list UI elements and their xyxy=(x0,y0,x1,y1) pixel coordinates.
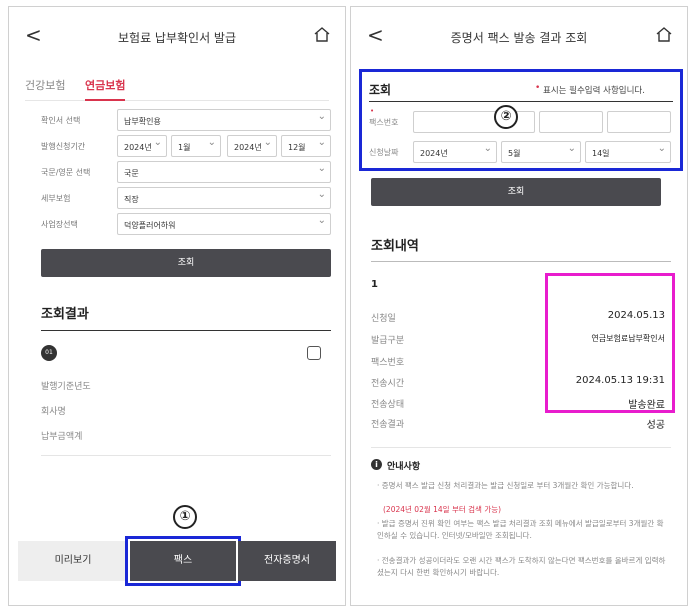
divider xyxy=(371,447,671,448)
notice-item-2: · 발급 증명서 진위 확인 여부는 팩스 발급 처리결과 조회 메뉴에서 발급… xyxy=(377,519,664,540)
purpose-select[interactable]: 납부확인용 xyxy=(117,109,331,131)
results-title: 조회결과 xyxy=(41,307,89,322)
required-note: 표시는 필수입력 사항입니다. xyxy=(543,86,645,96)
purpose-label: 확인서 선택 xyxy=(41,116,81,125)
search-button[interactable]: 조회 xyxy=(371,178,661,206)
home-icon[interactable] xyxy=(313,26,331,42)
year-select[interactable]: 2024년 xyxy=(413,141,497,163)
purpose-row: 확인서 선택 납부확인용 xyxy=(41,109,331,133)
fax-number-row-label: 팩스번호 xyxy=(371,358,405,368)
send-result-value: 성공 xyxy=(646,420,665,431)
send-result-label: 전송결과 xyxy=(371,420,405,430)
result-field-year: 발행기준년도 xyxy=(41,382,91,392)
workplace-row: 사업장선택 덕양플러어하워 xyxy=(41,213,331,237)
tab-pension-insurance[interactable]: 연금보험 xyxy=(85,77,126,101)
search-button[interactable]: 조회 xyxy=(41,249,331,277)
period-label: 발행신청기간 xyxy=(41,142,86,151)
send-time-value: 2024.05.13 19:31 xyxy=(575,375,665,386)
request-date-value: 2024.05.13 xyxy=(607,310,665,321)
header: < 증명서 팩스 발송 결과 조회 xyxy=(351,7,687,61)
workplace-label: 사업장선택 xyxy=(41,220,78,229)
notice-item-1: · 증명서 팩스 발급 신청 처리결과는 발급 신청일로 부터 3개월간 확인 … xyxy=(377,481,634,490)
header: < 보험료 납부확인서 발급 xyxy=(9,7,345,61)
fax-number-input-3[interactable] xyxy=(607,111,671,133)
fax-number-label: 팩스번호 xyxy=(369,118,399,127)
notice-text: 증명서 팩스 발급 신청 처리결과는 발급 신청일로 부터 3개월간 확인 가능… xyxy=(381,481,634,490)
tab-health-insurance[interactable]: 건강보험 xyxy=(25,77,65,99)
required-mark: • xyxy=(535,83,541,93)
day-select[interactable]: 14일 xyxy=(585,141,671,163)
callout-marker-2: ② xyxy=(494,105,518,129)
right-screen: < 증명서 팩스 발송 결과 조회 조회 • 표시는 필수입력 사항입니다. •… xyxy=(350,6,688,606)
page-title: 보험료 납부확인서 발급 xyxy=(117,31,237,45)
end-year-select[interactable]: 2024년 xyxy=(227,135,277,157)
result-checkbox[interactable] xyxy=(307,346,321,360)
month-select[interactable]: 5월 xyxy=(501,141,581,163)
notice-item-date: (2024년 02월 14일 부터 검색 가능) xyxy=(383,505,502,514)
send-status-label: 전송상태 xyxy=(371,400,405,410)
divider xyxy=(371,261,671,262)
insured-type-select[interactable]: 직장 xyxy=(117,187,331,209)
left-screen: < 보험료 납부확인서 발급 건강보험 연금보험 확인서 선택 납부확인용 발행… xyxy=(8,6,346,606)
issue-type-value: 연금보험료납부확인서 xyxy=(591,334,665,343)
page-title: 증명서 팩스 발송 결과 조회 xyxy=(450,31,588,45)
home-icon[interactable] xyxy=(655,26,673,42)
send-time-label: 전송시간 xyxy=(371,379,405,389)
send-status-value: 발송완료 xyxy=(628,400,665,411)
insured-type-row: 세부보험 직장 xyxy=(41,187,331,211)
history-title: 조회내역 xyxy=(371,239,419,254)
result-field-amount: 납부금액계 xyxy=(41,432,83,442)
request-date-row-label: 신청일 xyxy=(371,314,396,324)
issue-type-label: 발급구분 xyxy=(371,336,405,346)
notice-text: 전송결과가 성공이더라도 오랜 시간 팩스가 도착하지 않는다면 팩스번호를 올… xyxy=(377,556,666,577)
e-certificate-button[interactable]: 전자증명서 xyxy=(238,541,336,581)
end-month-select[interactable]: 12월 xyxy=(281,135,331,157)
search-form-title: 조회 xyxy=(369,83,392,97)
divider xyxy=(41,330,331,331)
divider xyxy=(41,455,331,456)
period-row: 발행신청기간 2024년 1월 2024년 12월 xyxy=(41,135,331,159)
request-date-label: 신청날짜 xyxy=(369,148,399,157)
notice-text: 발급 증명서 진위 확인 여부는 팩스 발급 처리결과 조회 메뉴에서 발급일로… xyxy=(377,519,664,540)
callout-marker-1: ① xyxy=(173,505,197,529)
result-index-badge: 01 xyxy=(41,345,57,361)
insurance-tabs: 건강보험 연금보험 xyxy=(25,77,329,101)
language-row: 국문/영문 선택 국문 xyxy=(41,161,331,185)
required-mark: • xyxy=(370,107,375,115)
insured-type-label: 세부보험 xyxy=(41,194,71,203)
result-field-company: 회사명 xyxy=(41,407,66,417)
bottom-action-bar: 미리보기 팩스 전자증명서 xyxy=(18,536,336,591)
history-index: 1 xyxy=(371,279,378,290)
notice-title: 안내사항 xyxy=(387,462,421,472)
info-icon: i xyxy=(371,459,382,470)
divider xyxy=(369,101,673,102)
start-year-select[interactable]: 2024년 xyxy=(117,135,167,157)
start-month-select[interactable]: 1월 xyxy=(171,135,221,157)
workplace-select[interactable]: 덕양플러어하워 xyxy=(117,213,331,235)
notice-item-3: · 전송결과가 성공이더라도 오랜 시간 팩스가 도착하지 않는다면 팩스번호를… xyxy=(377,556,666,577)
fax-button[interactable]: 팩스 xyxy=(125,536,241,586)
language-select[interactable]: 국문 xyxy=(117,161,331,183)
preview-button[interactable]: 미리보기 xyxy=(18,541,128,581)
language-label: 국문/영문 선택 xyxy=(41,168,91,177)
fax-number-input-2[interactable] xyxy=(539,111,603,133)
